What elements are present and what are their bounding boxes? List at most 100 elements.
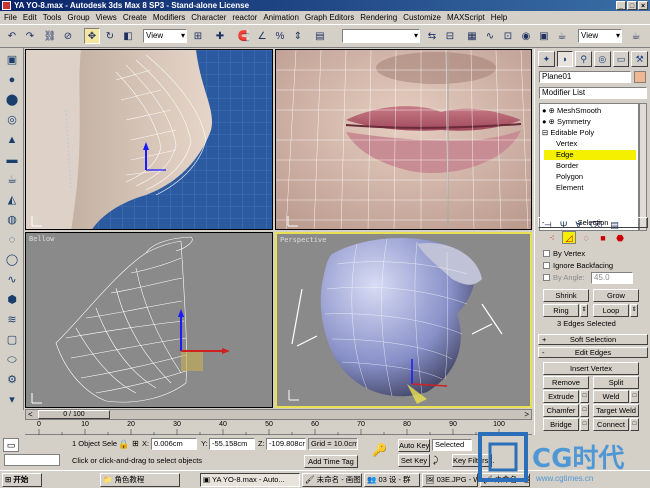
sphere-icon[interactable]: ● [4, 72, 20, 88]
chamfer-button[interactable]: Chamfer [543, 404, 579, 417]
by-angle-input[interactable]: 45.0 [591, 272, 633, 284]
object-name-field[interactable]: Plane01 [539, 71, 631, 83]
curve-editor-icon[interactable]: ∿ [482, 28, 498, 44]
spinner-snap-icon[interactable]: ⇕ [290, 28, 306, 44]
menu-animation[interactable]: Animation [263, 13, 299, 22]
ring-spinner[interactable]: ⇕ [580, 304, 588, 317]
utilities-tab-icon[interactable]: ⚒ [631, 51, 649, 67]
key-icon[interactable]: ⤸ [433, 454, 438, 466]
element-level-icon[interactable]: ⬣ [613, 231, 627, 244]
named-selection-dropdown[interactable] [342, 29, 420, 43]
menu-edit[interactable]: Edit [23, 13, 37, 22]
absolute-mode-icon[interactable]: ⊞ [132, 438, 139, 450]
viewport-top-right[interactable] [275, 49, 532, 230]
link-icon[interactable]: ⛓ [42, 28, 58, 44]
y-coord-input[interactable]: -55.158cm [209, 438, 255, 450]
create-tab-icon[interactable]: ✦ [538, 51, 555, 67]
material-editor-icon[interactable]: ◉ [518, 28, 534, 44]
menu-help[interactable]: Help [491, 13, 507, 22]
track-bar[interactable]: 0 10 20 30 40 50 60 70 80 90 100 [25, 421, 532, 435]
taskbar-item-3dsmax[interactable]: ▣ YA YO-8.max - Auto... [200, 473, 300, 487]
gear-icon[interactable]: ⚙ [4, 372, 20, 388]
tube-icon[interactable]: ◌ [4, 232, 20, 248]
time-slider[interactable]: < 0 / 100 > [25, 409, 532, 420]
stack-item-element[interactable]: Element [556, 183, 584, 193]
manipulate-icon[interactable]: ✚ [212, 28, 228, 44]
snap-icon[interactable]: 🧲 [236, 28, 252, 44]
taskbar-item-paint-2[interactable]: 🖌 未命名 - 画图 [480, 473, 530, 487]
extrude-button[interactable]: Extrude [543, 390, 579, 403]
stack-item-vertex[interactable]: Vertex [556, 139, 577, 149]
menu-tools[interactable]: Tools [43, 13, 62, 22]
stack-item-editable-poly[interactable]: ⊟ Editable Poly [542, 128, 594, 138]
close-button[interactable]: × [638, 1, 648, 10]
capsule-icon[interactable]: ⬭ [4, 352, 20, 368]
selected-dropdown[interactable]: Selected [432, 439, 472, 451]
connect-settings-button[interactable]: □ [630, 418, 639, 431]
menu-file[interactable]: File [4, 13, 17, 22]
geosphere-icon[interactable]: ◍ [4, 212, 20, 228]
wave-icon[interactable]: ≋ [4, 312, 20, 328]
key-filters-button[interactable]: Key Filters... [452, 454, 495, 467]
set-key-button[interactable]: Set Key [398, 454, 430, 467]
weld-button[interactable]: Weld [593, 390, 629, 403]
menu-rendering[interactable]: Rendering [360, 13, 397, 22]
menu-character[interactable]: Character [191, 13, 226, 22]
menu-reactor[interactable]: reactor [232, 13, 257, 22]
layer-manager-icon[interactable]: ▦ [464, 28, 480, 44]
ignore-backfacing-checkbox[interactable]: Ignore Backfacing [543, 261, 613, 271]
plane-icon[interactable]: ▬ [4, 152, 20, 168]
quick-render-icon[interactable]: ☕ [554, 28, 570, 44]
auto-key-button[interactable]: Auto Key [398, 439, 430, 452]
pyramid-icon[interactable]: ◭ [4, 192, 20, 208]
split-button[interactable]: Split [593, 376, 639, 389]
taskbar-item-image-viewer[interactable]: 🖼 03E.JPG - Windows ... [422, 473, 478, 487]
soft-selection-rollout-header[interactable]: + Soft Selection [538, 334, 648, 345]
taskbar-item-group-chat[interactable]: 👥 03 设 - 群 [364, 473, 420, 487]
menu-customize[interactable]: Customize [403, 13, 441, 22]
stack-item-edge[interactable]: Edge [544, 150, 636, 160]
modifier-list-dropdown[interactable]: Modifier List [539, 87, 647, 99]
stack-item-polygon[interactable]: Polygon [556, 172, 583, 182]
edit-edges-rollout-header[interactable]: - Edit Edges [538, 347, 648, 358]
x-coord-input[interactable]: 0.006cm [151, 438, 197, 450]
chamfer-settings-button[interactable]: □ [580, 404, 589, 417]
viewport-top-left[interactable] [25, 49, 273, 230]
mirror-icon[interactable]: ⇆ [424, 28, 440, 44]
menu-graph-editors[interactable]: Graph Editors [305, 13, 354, 22]
render-setup-icon[interactable]: ▣ [536, 28, 552, 44]
motion-tab-icon[interactable]: ◎ [594, 51, 611, 67]
angle-snap-icon[interactable]: ∠ [254, 28, 270, 44]
add-time-tag-button[interactable]: Add Time Tag [304, 455, 358, 468]
weld-settings-button[interactable]: □ [630, 390, 639, 403]
lock-selection-icon[interactable]: 🔒 [118, 438, 129, 450]
grow-button[interactable]: Grow [593, 289, 639, 302]
polygon-level-icon[interactable]: ■ [596, 231, 610, 244]
z-coord-input[interactable]: -109.808cr [266, 438, 306, 450]
undo-icon[interactable]: ↶ [4, 28, 20, 44]
stack-scrollbar[interactable] [639, 103, 647, 231]
hierarchy-tab-icon[interactable]: ⚲ [575, 51, 593, 67]
connect-button[interactable]: Connect [593, 418, 629, 431]
pivot-icon[interactable]: ⊞ [190, 28, 206, 44]
loop-spinner[interactable]: ⇕ [630, 304, 638, 317]
scale-icon[interactable]: ◧ [120, 28, 136, 44]
key-mode-icon[interactable]: 🔑 [372, 444, 387, 456]
extrude-settings-button[interactable]: □ [580, 390, 589, 403]
stack-item-border[interactable]: Border [556, 161, 579, 171]
vertex-level-icon[interactable]: ⁖ [545, 231, 559, 244]
render-view-dropdown[interactable]: View [578, 29, 622, 43]
selection-rollout-header[interactable]: - Selection [538, 217, 648, 228]
torus-icon[interactable]: ◎ [4, 112, 20, 128]
viewport-bottom-right[interactable]: Perspective [275, 232, 532, 408]
object-color-swatch[interactable] [634, 71, 646, 83]
chamfer-box-icon[interactable]: ▢ [4, 332, 20, 348]
redo-icon[interactable]: ↷ [22, 28, 38, 44]
edge-level-icon[interactable]: ◿ [562, 231, 576, 244]
menu-create[interactable]: Create [123, 13, 147, 22]
viewport-bottom-left[interactable]: Bellow [25, 232, 273, 408]
reference-coord-dropdown[interactable]: View [143, 29, 187, 43]
tube-alt-icon[interactable]: ◯ [4, 252, 20, 268]
insert-vertex-button[interactable]: Insert Vertex [543, 362, 639, 375]
menu-maxscript[interactable]: MAXScript [447, 13, 485, 22]
